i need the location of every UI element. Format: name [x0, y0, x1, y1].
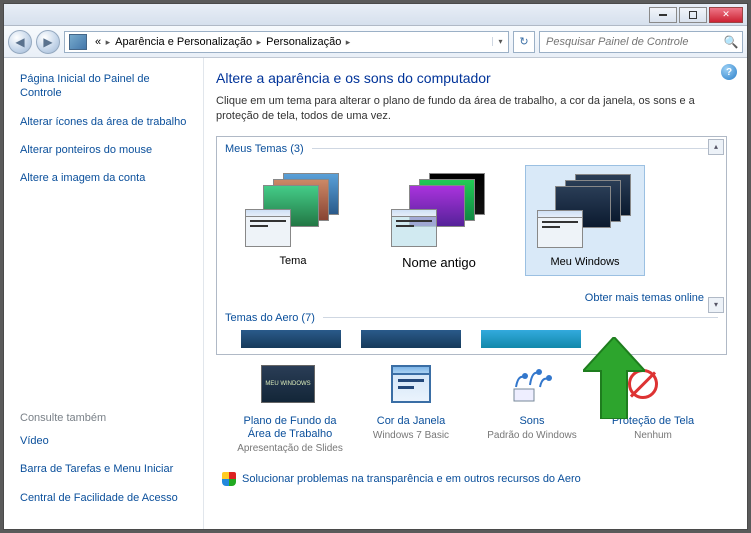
- setting-desktop-background[interactable]: MEU WINDOWS Plano de Fundo da Área de Tr…: [236, 365, 344, 454]
- scroll-down-button[interactable]: ▾: [708, 297, 724, 313]
- sidebar-link-desktop-icons[interactable]: Alterar ícones da área de trabalho: [20, 115, 191, 129]
- breadcrumb-root[interactable]: «: [91, 36, 111, 48]
- setting-label[interactable]: Cor da Janela: [357, 415, 465, 428]
- screensaver-icon: [624, 365, 682, 409]
- page-title: Altere a aparência e os sons do computad…: [216, 70, 727, 86]
- theme-item-nome-antigo[interactable]: Nome antigo: [379, 165, 499, 276]
- navigation-bar: ◀ ▶ « Aparência e Personalização Persona…: [4, 26, 747, 58]
- sidebar-link-home[interactable]: Página Inicial do Painel de Controle: [20, 72, 191, 101]
- refresh-button[interactable]: ↻: [513, 31, 535, 53]
- see-also-video[interactable]: Vídeo: [20, 434, 191, 448]
- search-input[interactable]: [540, 36, 720, 48]
- search-box[interactable]: 🔍: [539, 31, 743, 53]
- search-icon[interactable]: 🔍: [720, 35, 742, 49]
- theme-item-tema[interactable]: Tema: [233, 165, 353, 276]
- forward-button[interactable]: ▶: [36, 30, 60, 54]
- themes-panel: ▴ ▾ Meus Temas (3) Tema Nome antigo Meu …: [216, 136, 727, 355]
- more-themes-link[interactable]: Obter mais temas online: [585, 292, 704, 304]
- page-description: Clique em um tema para alterar o plano d…: [216, 94, 727, 124]
- aero-themes-strip[interactable]: [225, 330, 718, 350]
- breadcrumb-seg2[interactable]: Personalização: [262, 36, 351, 48]
- theme-label: Nome antigo: [402, 255, 476, 270]
- shield-icon: [222, 472, 236, 486]
- sounds-icon: [503, 365, 561, 409]
- aero-themes-label: Temas do Aero (7): [225, 312, 718, 324]
- setting-sounds[interactable]: Sons Padrão do Windows: [478, 365, 586, 454]
- setting-label[interactable]: Proteção de Tela: [599, 415, 707, 428]
- window-titlebar: ✕: [4, 4, 747, 26]
- theme-label: Meu Windows: [550, 256, 619, 268]
- content-pane: ? Altere a aparência e os sons do comput…: [204, 58, 747, 529]
- setting-label[interactable]: Sons: [478, 415, 586, 428]
- see-also-taskbar[interactable]: Barra de Tarefas e Menu Iniciar: [20, 462, 191, 476]
- troubleshoot-row: Solucionar problemas na transparência e …: [216, 466, 727, 486]
- breadcrumb-seg1[interactable]: Aparência e Personalização: [111, 36, 262, 48]
- breadcrumb-bar[interactable]: « Aparência e Personalização Personaliza…: [64, 31, 509, 53]
- setting-label[interactable]: Plano de Fundo da Área de Trabalho: [236, 415, 344, 441]
- setting-window-color[interactable]: Cor da Janela Windows 7 Basic: [357, 365, 465, 454]
- scroll-up-button[interactable]: ▴: [708, 139, 724, 155]
- setting-value: Nenhum: [599, 430, 707, 441]
- setting-value: Windows 7 Basic: [357, 430, 465, 441]
- breadcrumb-dropdown[interactable]: ▾: [492, 37, 508, 46]
- back-button[interactable]: ◀: [8, 30, 32, 54]
- sidebar-link-account-picture[interactable]: Altere a imagem da conta: [20, 171, 191, 185]
- troubleshoot-link[interactable]: Solucionar problemas na transparência e …: [242, 473, 581, 485]
- see-also-ease-of-access[interactable]: Central de Facilidade de Acesso: [20, 491, 191, 505]
- setting-screensaver[interactable]: Proteção de Tela Nenhum: [599, 365, 707, 454]
- see-also-heading: Consulte também: [20, 412, 191, 424]
- help-icon[interactable]: ?: [721, 64, 737, 80]
- settings-row: MEU WINDOWS Plano de Fundo da Área de Tr…: [216, 355, 727, 454]
- sidebar-link-mouse-pointers[interactable]: Alterar ponteiros do mouse: [20, 143, 191, 157]
- sidebar: Página Inicial do Painel de Controle Alt…: [4, 58, 204, 529]
- close-button[interactable]: ✕: [709, 7, 743, 23]
- location-icon: [69, 34, 87, 50]
- setting-value: Apresentação de Slides: [236, 443, 344, 454]
- my-themes-label: Meus Temas (3): [225, 143, 718, 155]
- setting-value: Padrão do Windows: [478, 430, 586, 441]
- theme-label: Tema: [280, 255, 307, 267]
- minimize-button[interactable]: [649, 7, 677, 23]
- theme-item-meu-windows[interactable]: Meu Windows: [525, 165, 645, 276]
- maximize-button[interactable]: [679, 7, 707, 23]
